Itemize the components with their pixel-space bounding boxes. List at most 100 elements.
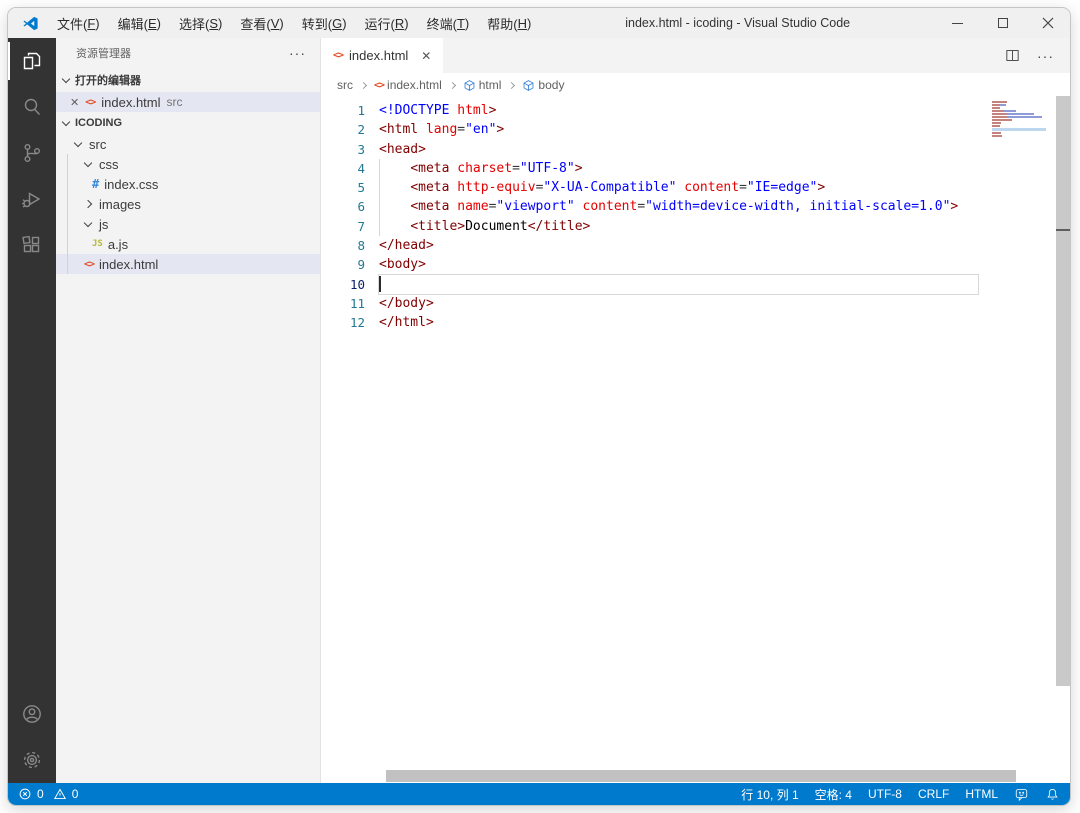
- tree-item-css[interactable]: css: [56, 154, 320, 174]
- open-editors-section-header[interactable]: 打开的编辑器: [56, 68, 320, 92]
- chevron-right-icon: [448, 81, 456, 89]
- code-token: >: [488, 103, 497, 118]
- tree-item-index-css[interactable]: # index.css: [56, 174, 320, 194]
- html-file-icon: <>: [374, 79, 385, 91]
- menu-item-selection[interactable]: 选择(S): [170, 8, 231, 38]
- menu-item-terminal[interactable]: 终端(T): [418, 8, 479, 38]
- code-editor[interactable]: 1 <!DOCTYPE html> 2 <html lang="en"> 3 <…: [321, 97, 1070, 783]
- settings-gear-icon[interactable]: [8, 737, 56, 783]
- minimap[interactable]: [992, 101, 1046, 138]
- code-line[interactable]: 11 </body>: [321, 294, 1070, 313]
- menu-item-help[interactable]: 帮助(H): [478, 8, 540, 38]
- horizontal-scrollbar[interactable]: [386, 770, 1016, 782]
- status-bar: 0 0 行 10, 列 1 空格: 4 UTF-8 CRLF HTML: [8, 783, 1070, 805]
- tab-close-icon[interactable]: ✕: [421, 49, 431, 63]
- minimize-button[interactable]: [935, 8, 980, 38]
- run-and-debug-icon[interactable]: [8, 176, 56, 222]
- account-icon[interactable]: [8, 691, 56, 737]
- breadcrumb-item-src[interactable]: src: [337, 78, 353, 92]
- menu-item-file[interactable]: 文件(F): [48, 8, 109, 38]
- language-mode[interactable]: HTML: [965, 787, 998, 801]
- chevron-down-icon: [83, 158, 93, 168]
- code-line[interactable]: 9 <body>: [321, 255, 1070, 274]
- code-line[interactable]: 2 <html lang="en">: [321, 120, 1070, 139]
- extensions-icon[interactable]: [8, 222, 56, 268]
- code-text: <title>Document</title>: [379, 217, 978, 236]
- menu-item-go[interactable]: 转到(G): [293, 8, 356, 38]
- code-line[interactable]: 4 <meta charset="UTF-8">: [321, 159, 1070, 178]
- tree-item-a-js[interactable]: JS a.js: [56, 234, 320, 254]
- code-text: <meta http-equiv = "X-UA-Compatible" conte…: [379, 178, 978, 197]
- code-line-current[interactable]: 10: [321, 273, 1070, 295]
- search-icon[interactable]: [8, 84, 56, 130]
- close-button[interactable]: [1025, 8, 1070, 38]
- code-line[interactable]: 3 <head>: [321, 140, 1070, 159]
- explorer-icon[interactable]: [8, 38, 56, 84]
- open-editor-detail: src: [166, 95, 183, 109]
- code-line[interactable]: 8 </head>: [321, 236, 1070, 255]
- feedback-icon[interactable]: [1014, 787, 1029, 802]
- code-token: name: [457, 199, 489, 215]
- code-token: content: [582, 199, 638, 215]
- problems-status[interactable]: 0 0: [18, 787, 78, 801]
- chevron-down-icon: [61, 74, 71, 84]
- split-editor-icon[interactable]: [1004, 47, 1021, 64]
- code-token: <!DOCTYPE: [379, 103, 450, 118]
- activity-bar: [8, 38, 56, 783]
- code-line[interactable]: 5 <meta http-equiv = "X-UA-Compatible" con…: [321, 178, 1070, 197]
- code-line[interactable]: 7 <title>Document</title>: [321, 217, 1070, 236]
- menu-item-run[interactable]: 运行(R): [356, 8, 418, 38]
- minimap-line: [992, 125, 1000, 127]
- tree-item-index-html[interactable]: <> index.html: [56, 254, 320, 274]
- line-number: 8: [357, 238, 365, 254]
- minimap-line: [992, 116, 1042, 118]
- chevron-down-icon: [61, 117, 71, 127]
- vertical-scrollbar[interactable]: [1056, 96, 1070, 686]
- file-label: index.html: [99, 256, 159, 272]
- warning-count: 0: [71, 787, 79, 801]
- tab-index-html[interactable]: <> index.html ✕: [321, 38, 444, 73]
- code-token: </body>: [379, 295, 434, 311]
- breadcrumb-item-body[interactable]: body: [522, 78, 564, 92]
- maximize-button[interactable]: [980, 8, 1025, 38]
- code-text: </html>: [379, 313, 978, 332]
- text-cursor: [379, 275, 381, 293]
- indentation[interactable]: 空格: 4: [815, 786, 852, 803]
- tree-item-src[interactable]: src: [56, 134, 320, 154]
- notifications-bell-icon[interactable]: [1045, 787, 1060, 802]
- tree-item-images[interactable]: images: [56, 194, 320, 214]
- more-actions-button[interactable]: ···: [1037, 48, 1054, 64]
- menu-item-view[interactable]: 查看(V): [231, 8, 292, 38]
- code-token: <html: [379, 122, 419, 138]
- code-text: <html lang="en">: [379, 120, 978, 139]
- code-text: <head>: [379, 140, 978, 159]
- line-number: 6: [357, 199, 365, 215]
- breadcrumb-item-index-html[interactable]: <> index.html: [374, 78, 442, 92]
- minimap-line: [992, 110, 1016, 112]
- code-line[interactable]: 6 <meta name="viewport" content="width=d…: [321, 197, 1070, 216]
- sidebar-more-actions-button[interactable]: ···: [289, 45, 306, 61]
- tree-item-js[interactable]: js: [56, 214, 320, 234]
- editor-group: <> index.html ✕ ··· src <> index.html ht…: [320, 38, 1070, 783]
- open-editor-item[interactable]: ✕ <> index.html src: [56, 92, 320, 112]
- chevron-right-icon: [359, 81, 368, 89]
- code-line[interactable]: 1 <!DOCTYPE html>: [321, 101, 1070, 120]
- cursor-position[interactable]: 行 10, 列 1: [741, 786, 798, 803]
- eol-sequence[interactable]: CRLF: [918, 787, 949, 801]
- source-control-icon[interactable]: [8, 130, 56, 176]
- folder-root-header[interactable]: ICODING: [56, 112, 320, 134]
- breadcrumb-item-html[interactable]: html: [463, 78, 501, 92]
- code-token: >: [496, 122, 505, 138]
- code-token: </title>: [527, 218, 591, 234]
- html-file-icon: <>: [85, 96, 96, 108]
- menu-item-edit[interactable]: 编辑(E): [109, 8, 170, 38]
- code-token: >: [817, 180, 826, 196]
- css-file-icon: #: [92, 177, 100, 191]
- close-editor-icon[interactable]: ✕: [70, 96, 79, 109]
- code-line[interactable]: 12 </html>: [321, 313, 1070, 332]
- encoding[interactable]: UTF-8: [868, 787, 902, 801]
